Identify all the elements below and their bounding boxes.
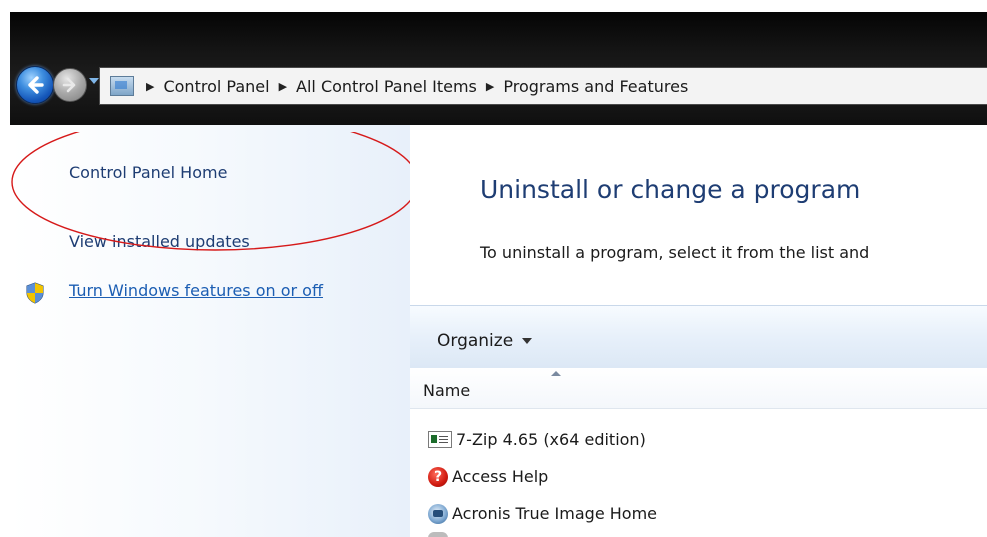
breadcrumb-chevron-icon[interactable]: ▶ <box>146 80 154 93</box>
breadcrumb-programs-features[interactable]: Programs and Features <box>503 77 688 96</box>
chevron-down-icon <box>522 338 533 344</box>
list-item[interactable]: Acronis True Image Home <box>410 495 987 532</box>
breadcrumb-all-items[interactable]: All Control Panel Items <box>296 77 477 96</box>
help-icon: ? <box>428 466 448 487</box>
program-list: 7-Zip 4.65 (x64 edition) ? Access Help A… <box>410 421 987 537</box>
organize-label: Organize <box>437 331 514 351</box>
back-button[interactable] <box>16 66 54 104</box>
recent-pages-dropdown-icon[interactable] <box>89 78 99 84</box>
back-arrow-icon <box>28 76 44 94</box>
program-name: Acronis True Image Home <box>452 504 657 523</box>
program-name: Access Help <box>452 467 549 486</box>
7zip-icon <box>428 431 452 448</box>
control-panel-home-link[interactable]: Control Panel Home <box>69 163 227 182</box>
breadcrumb-control-panel[interactable]: Control Panel <box>163 77 269 96</box>
task-pane: Control Panel Home View installed update… <box>10 125 410 537</box>
program-name: 7-Zip 4.65 (x64 edition) <box>456 430 646 449</box>
organize-button[interactable]: Organize <box>437 331 533 351</box>
list-item[interactable] <box>410 532 987 537</box>
control-panel-icon <box>110 76 134 96</box>
command-bar: Organize <box>410 305 987 369</box>
acronis-icon <box>428 503 448 524</box>
turn-windows-features-link[interactable]: Turn Windows features on or off <box>69 279 399 303</box>
forward-arrow-icon <box>62 77 76 93</box>
column-header-row: Name <box>410 368 987 409</box>
address-bar[interactable]: ▶ Control Panel ▶ All Control Panel Item… <box>99 67 987 105</box>
page-description: To uninstall a program, select it from t… <box>480 243 870 262</box>
view-installed-updates-link[interactable]: View installed updates <box>69 232 250 251</box>
uac-shield-icon <box>26 282 44 304</box>
breadcrumb: ▶ Control Panel ▶ All Control Panel Item… <box>140 77 688 96</box>
list-item[interactable]: 7-Zip 4.65 (x64 edition) <box>410 421 987 458</box>
main-content: Uninstall or change a program To uninsta… <box>410 125 987 537</box>
program-icon <box>428 532 448 537</box>
breadcrumb-chevron-icon[interactable]: ▶ <box>486 80 494 93</box>
breadcrumb-chevron-icon[interactable]: ▶ <box>279 80 287 93</box>
list-item[interactable]: ? Access Help <box>410 458 987 495</box>
page-title: Uninstall or change a program <box>480 175 861 204</box>
column-header-name[interactable]: Name <box>423 381 470 400</box>
programs-and-features-window: ▶ Control Panel ▶ All Control Panel Item… <box>10 12 987 537</box>
forward-button[interactable] <box>53 68 87 102</box>
title-bar: ▶ Control Panel ▶ All Control Panel Item… <box>10 12 987 125</box>
sort-ascending-icon <box>551 371 561 376</box>
